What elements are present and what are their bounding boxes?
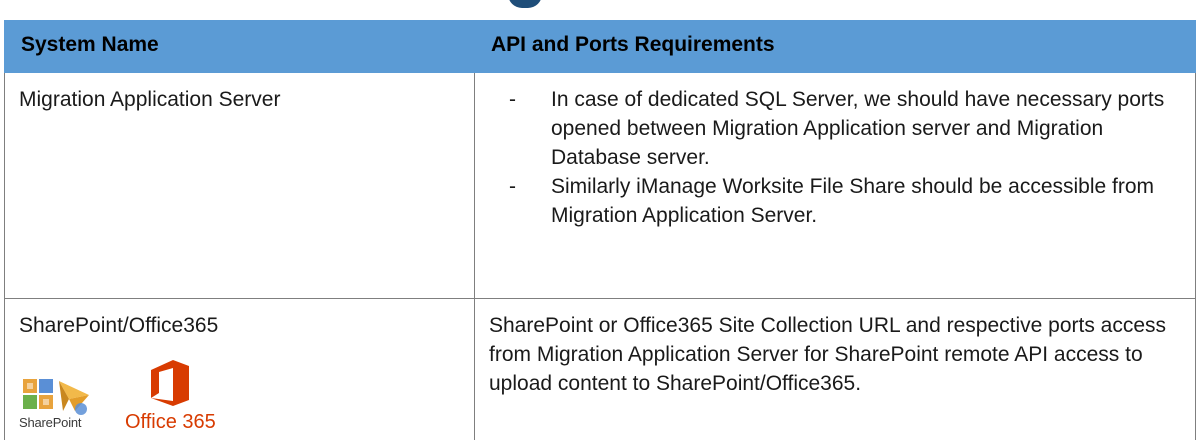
requirements-table: System Name API and Ports Requirements M… [4, 20, 1196, 440]
list-item: - In case of dedicated SQL Server, we sh… [489, 85, 1181, 172]
sharepoint-logo-text: SharePoint [19, 415, 82, 430]
office365-logo-text: Office 365 [125, 411, 216, 433]
table-row: SharePoint/Office365 SharePoint Office 3… [4, 298, 1196, 440]
table-header-row: System Name API and Ports Requirements [4, 20, 1196, 73]
system-name-cell: Migration Application Server [4, 72, 475, 299]
system-name-text: SharePoint/Office365 [19, 314, 219, 337]
header-api-ports: API and Ports Requirements [474, 20, 1196, 73]
dash-marker: - [509, 88, 516, 111]
office365-logo: Office 365 [125, 360, 216, 437]
sharepoint-logo: SharePoint [19, 375, 103, 437]
list-item: - Similarly iManage Worksite File Share … [489, 172, 1181, 230]
requirements-list: - In case of dedicated SQL Server, we sh… [489, 85, 1181, 230]
table-row: Migration Application Server - In case o… [4, 72, 1196, 299]
document-page: System Name API and Ports Requirements M… [0, 0, 1199, 440]
header-system-name: System Name [4, 20, 475, 73]
requirement-text: Similarly iManage Worksite File Share sh… [551, 175, 1155, 227]
office365-logo-icon [151, 360, 190, 406]
system-name-cell: SharePoint/Office365 SharePoint Office 3… [4, 298, 475, 440]
requirements-cell: - In case of dedicated SQL Server, we sh… [474, 72, 1196, 299]
logos-group: SharePoint Office 365 [19, 360, 460, 437]
requirement-text: In case of dedicated SQL Server, we shou… [551, 88, 1165, 169]
heading-fragment [508, 0, 542, 8]
dash-marker: - [509, 175, 516, 198]
requirements-cell: SharePoint or Office365 Site Collection … [474, 298, 1196, 440]
